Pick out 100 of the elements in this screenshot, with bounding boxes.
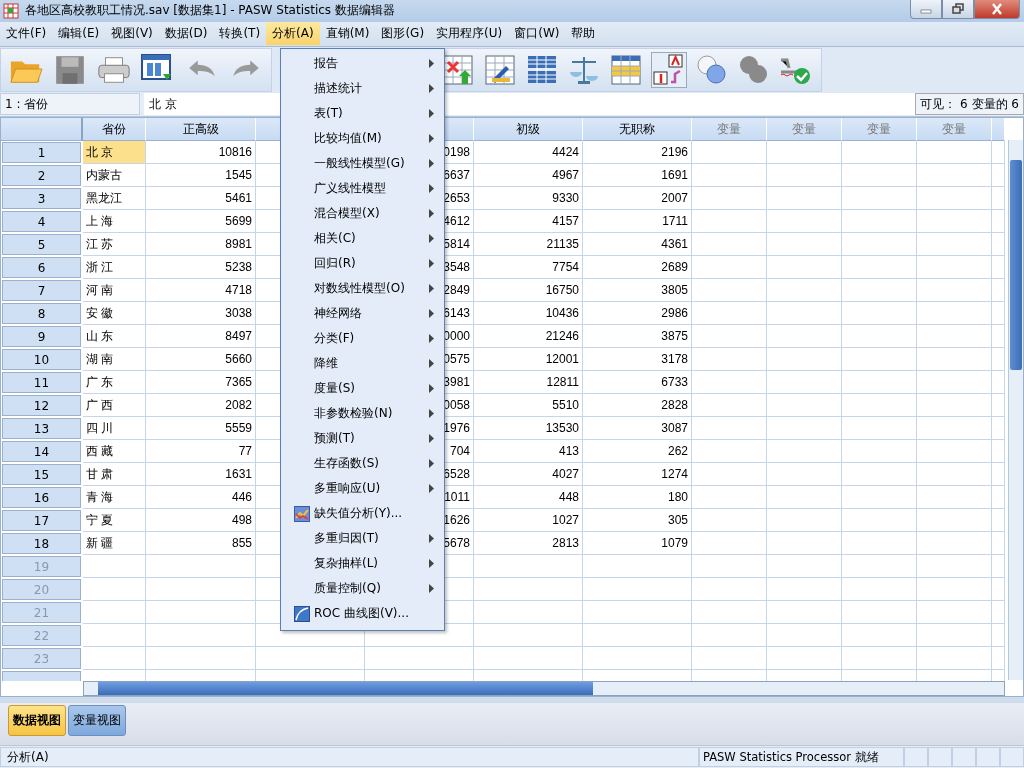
row-number[interactable]: 3 bbox=[2, 188, 81, 210]
horizontal-scrollbar[interactable] bbox=[83, 681, 1005, 697]
visible-count: 可见： 6 变量的 6 bbox=[915, 93, 1024, 116]
split-file-icon[interactable] bbox=[483, 53, 517, 86]
table-cell: 广 东 bbox=[83, 371, 146, 395]
submenu-arrow-icon bbox=[429, 109, 434, 119]
table-cell: 8497 bbox=[146, 325, 256, 349]
row-number[interactable]: 8 bbox=[2, 303, 81, 325]
view-tab[interactable]: 数据视图 bbox=[8, 705, 66, 737]
table-cell: 2828 bbox=[583, 394, 692, 418]
menu-item[interactable]: 视图(V) bbox=[105, 22, 159, 46]
table-cell: 10436 bbox=[474, 302, 583, 326]
row-number[interactable]: 16 bbox=[2, 487, 81, 509]
row-number[interactable]: 7 bbox=[2, 280, 81, 302]
row-number[interactable]: 4 bbox=[2, 211, 81, 233]
column-header[interactable]: 省份 bbox=[83, 118, 146, 142]
table-cell: 1711 bbox=[583, 210, 692, 234]
table-cell: 305 bbox=[583, 509, 692, 533]
submenu-arrow-icon bbox=[429, 184, 434, 194]
table-cell: 13530 bbox=[474, 417, 583, 441]
value-labels-icon[interactable] bbox=[651, 51, 687, 88]
row-number[interactable]: 6 bbox=[2, 257, 81, 279]
column-header[interactable]: 变量 bbox=[692, 118, 767, 142]
table-cell: 7754 bbox=[474, 256, 583, 280]
table-cell: 5660 bbox=[146, 348, 256, 372]
row-number[interactable]: 9 bbox=[2, 326, 81, 348]
status-message: 分析(A) bbox=[0, 747, 699, 768]
menu-item[interactable]: 窗口(W) bbox=[508, 22, 566, 46]
minimize-button[interactable] bbox=[910, 0, 942, 19]
column-header[interactable]: 变量 bbox=[917, 118, 992, 142]
row-number[interactable]: 10 bbox=[2, 349, 81, 371]
submenu-arrow-icon bbox=[429, 309, 434, 319]
row-number[interactable]: 18 bbox=[2, 533, 81, 555]
restore-button[interactable] bbox=[942, 0, 974, 19]
column-header[interactable] bbox=[992, 118, 1005, 142]
save-icon[interactable] bbox=[53, 53, 87, 86]
table-cell: 1691 bbox=[583, 164, 692, 188]
column-header[interactable]: 正高级 bbox=[146, 118, 256, 142]
close-button[interactable] bbox=[974, 0, 1020, 19]
table-cell: 4027 bbox=[474, 463, 583, 487]
column-header[interactable]: 变量 bbox=[842, 118, 917, 142]
window-title: 各地区高校教职工情况.sav [数据集1] - PASW Statistics 数据编辑器 bbox=[25, 2, 395, 20]
menu-item[interactable]: 数据(D) bbox=[158, 22, 214, 46]
menu-item[interactable]: 报告 bbox=[281, 51, 444, 77]
row-number[interactable]: 17 bbox=[2, 510, 81, 532]
row-number[interactable]: 2 bbox=[2, 165, 81, 187]
row-number[interactable]: 12 bbox=[2, 395, 81, 417]
table-cell: 5559 bbox=[146, 417, 256, 441]
row-number[interactable]: 15 bbox=[2, 464, 81, 486]
submenu-arrow-icon bbox=[429, 384, 434, 394]
table-cell: 262 bbox=[583, 440, 692, 464]
view-tab[interactable]: 变量视图 bbox=[68, 705, 126, 737]
chart-icon bbox=[294, 505, 310, 522]
column-header[interactable]: 初级 bbox=[474, 118, 583, 142]
menu-item[interactable]: 转换(T) bbox=[213, 22, 267, 46]
row-number[interactable]: 1 bbox=[2, 142, 81, 164]
menu-item[interactable]: 帮助 bbox=[565, 22, 602, 46]
menu-item[interactable]: 文件(F) bbox=[0, 22, 53, 46]
column-header[interactable]: 无职称 bbox=[583, 118, 692, 142]
menu-item[interactable]: 质量控制(Q) bbox=[281, 576, 444, 602]
table-cell: 448 bbox=[474, 486, 583, 510]
table-cell: 180 bbox=[583, 486, 692, 510]
row-number[interactable]: 5 bbox=[2, 234, 81, 256]
menu-item[interactable]: 分析(A) bbox=[266, 22, 320, 46]
processor-status: PASW Statistics Processor 就绪 bbox=[699, 747, 904, 768]
table-cell: 4967 bbox=[474, 164, 583, 188]
value-table-icon[interactable] bbox=[609, 53, 643, 86]
table-cell: 北 京 bbox=[83, 141, 146, 165]
submenu-arrow-icon bbox=[429, 434, 434, 444]
menu-item[interactable]: ROC 曲线图(V)... bbox=[281, 601, 444, 627]
table-cell: 4361 bbox=[583, 233, 692, 257]
menu-item[interactable]: 图形(G) bbox=[375, 22, 431, 46]
row-number[interactable]: 14 bbox=[2, 441, 81, 463]
table-cell: 21135 bbox=[474, 233, 583, 257]
table-cell: 2082 bbox=[146, 394, 256, 418]
table-cell: 2813 bbox=[474, 532, 583, 556]
select-cases-icon[interactable] bbox=[525, 53, 559, 86]
table-cell: 1079 bbox=[583, 532, 692, 556]
table-cell: 3805 bbox=[583, 279, 692, 303]
table-cell: 6733 bbox=[583, 371, 692, 395]
submenu-arrow-icon bbox=[429, 359, 434, 369]
column-header[interactable]: 变量 bbox=[767, 118, 842, 142]
vertical-scrollbar[interactable] bbox=[1008, 140, 1023, 681]
table-cell: 宁 夏 bbox=[83, 509, 146, 533]
circles-icon[interactable] bbox=[695, 53, 729, 86]
menu-item[interactable]: 实用程序(U) bbox=[430, 22, 509, 46]
table-cell: 2986 bbox=[583, 302, 692, 326]
row-number[interactable]: 11 bbox=[2, 372, 81, 394]
table-cell: 山 东 bbox=[83, 325, 146, 349]
menu-item[interactable]: 编辑(E) bbox=[52, 22, 106, 46]
table-cell: 2007 bbox=[583, 187, 692, 211]
submenu-arrow-icon bbox=[429, 284, 434, 294]
table-cell: 5461 bbox=[146, 187, 256, 211]
table-cell: 甘 肃 bbox=[83, 463, 146, 487]
menu-item[interactable]: 直销(M) bbox=[319, 22, 376, 46]
table-cell: 湖 南 bbox=[83, 348, 146, 372]
submenu-arrow-icon bbox=[429, 234, 434, 244]
row-number[interactable]: 13 bbox=[2, 418, 81, 440]
table-cell: 广 西 bbox=[83, 394, 146, 418]
table-cell: 1631 bbox=[146, 463, 256, 487]
